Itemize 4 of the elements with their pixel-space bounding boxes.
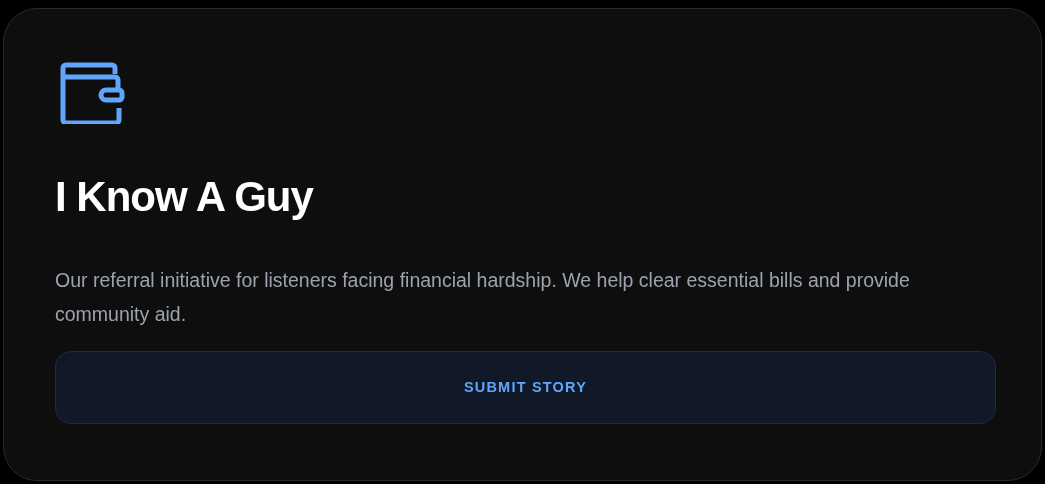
submit-story-button[interactable]: SUBMIT STORY bbox=[55, 351, 996, 424]
wallet-icon bbox=[60, 62, 126, 124]
card-title: I Know A Guy bbox=[55, 172, 315, 222]
card-description: Our referral initiative for listeners facing financial hardship. We help clear essential bills and provide community aid. bbox=[55, 268, 911, 327]
